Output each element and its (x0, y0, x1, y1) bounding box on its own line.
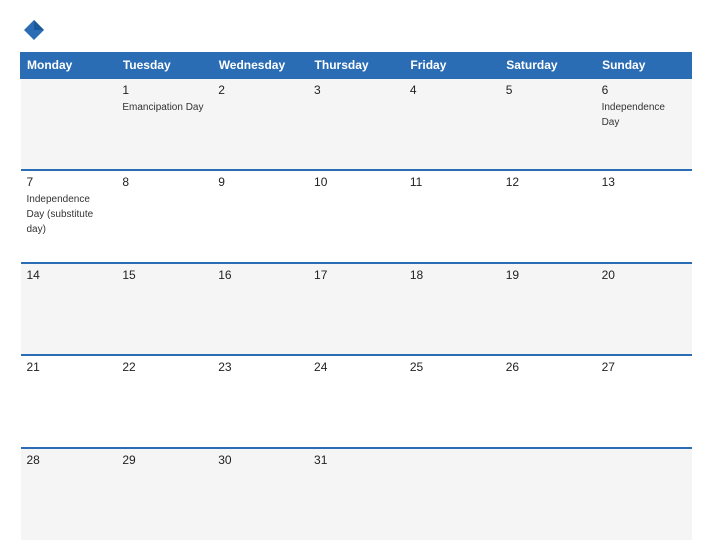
calendar-cell: 12 (500, 170, 596, 262)
day-number: 1 (122, 83, 206, 97)
day-number: 21 (27, 360, 111, 374)
day-number: 9 (218, 175, 302, 189)
calendar-table: MondayTuesdayWednesdayThursdayFridaySatu… (20, 52, 692, 540)
weekday-header-wednesday: Wednesday (212, 53, 308, 79)
calendar-cell: 5 (500, 78, 596, 170)
calendar-cell: 2 (212, 78, 308, 170)
calendar-cell: 8 (116, 170, 212, 262)
day-number: 16 (218, 268, 302, 282)
calendar-cell (21, 78, 117, 170)
logo-icon (20, 16, 48, 44)
calendar-cell: 10 (308, 170, 404, 262)
calendar-cell: 28 (21, 448, 117, 540)
calendar-week-row: 21 22 23 24 25 26 27 (21, 355, 692, 447)
calendar-cell: 1 Emancipation Day (116, 78, 212, 170)
calendar-cell: 23 (212, 355, 308, 447)
calendar-cell (500, 448, 596, 540)
day-number: 5 (506, 83, 590, 97)
day-number: 7 (27, 175, 111, 189)
day-number: 3 (314, 83, 398, 97)
day-number: 23 (218, 360, 302, 374)
holiday-label: Independence Day (602, 102, 665, 128)
holiday-label: Independence Day (substitute day) (27, 194, 94, 235)
calendar-body: 1Emancipation Day23456Independence Day7I… (21, 78, 692, 540)
calendar-cell: 4 (404, 78, 500, 170)
weekday-header-saturday: Saturday (500, 53, 596, 79)
day-number: 2 (218, 83, 302, 97)
weekday-header-sunday: Sunday (596, 53, 692, 79)
holiday-label: Emancipation Day (122, 102, 203, 113)
day-number: 11 (410, 175, 494, 189)
calendar-cell: 18 (404, 263, 500, 355)
calendar-week-row: 14 15 16 17 18 19 20 (21, 263, 692, 355)
day-number: 25 (410, 360, 494, 374)
day-number: 14 (27, 268, 111, 282)
day-number: 27 (602, 360, 686, 374)
weekday-header-friday: Friday (404, 53, 500, 79)
day-number: 15 (122, 268, 206, 282)
day-number: 30 (218, 453, 302, 467)
calendar-cell: 17 (308, 263, 404, 355)
day-number: 24 (314, 360, 398, 374)
calendar-cell: 21 (21, 355, 117, 447)
calendar-cell: 3 (308, 78, 404, 170)
day-number: 29 (122, 453, 206, 467)
calendar-cell: 16 (212, 263, 308, 355)
day-number: 19 (506, 268, 590, 282)
day-number: 20 (602, 268, 686, 282)
weekday-header-thursday: Thursday (308, 53, 404, 79)
calendar-cell: 30 (212, 448, 308, 540)
day-number: 26 (506, 360, 590, 374)
day-number: 13 (602, 175, 686, 189)
calendar-cell (596, 448, 692, 540)
calendar-header: MondayTuesdayWednesdayThursdayFridaySatu… (21, 53, 692, 79)
day-number: 10 (314, 175, 398, 189)
calendar-cell: 31 (308, 448, 404, 540)
header (20, 16, 692, 44)
calendar-cell: 26 (500, 355, 596, 447)
logo (20, 16, 52, 44)
day-number: 17 (314, 268, 398, 282)
calendar-week-row: 28 29 30 31 (21, 448, 692, 540)
day-number: 6 (602, 83, 686, 97)
calendar-cell: 24 (308, 355, 404, 447)
calendar-cell: 19 (500, 263, 596, 355)
calendar-cell: 7 Independence Day (substitute day) (21, 170, 117, 262)
calendar-cell: 27 (596, 355, 692, 447)
day-number: 4 (410, 83, 494, 97)
calendar-cell: 9 (212, 170, 308, 262)
day-number: 8 (122, 175, 206, 189)
calendar-cell: 11 (404, 170, 500, 262)
day-number: 22 (122, 360, 206, 374)
calendar-week-row: 1 Emancipation Day 23456 Independence Day (21, 78, 692, 170)
calendar-cell: 29 (116, 448, 212, 540)
calendar-cell: 20 (596, 263, 692, 355)
calendar-cell: 13 (596, 170, 692, 262)
weekday-header-tuesday: Tuesday (116, 53, 212, 79)
day-number: 12 (506, 175, 590, 189)
day-number: 18 (410, 268, 494, 282)
day-number: 28 (27, 453, 111, 467)
weekday-header-row: MondayTuesdayWednesdayThursdayFridaySatu… (21, 53, 692, 79)
calendar-week-row: 7 Independence Day (substitute day) 89 10 11… (21, 170, 692, 262)
day-number: 31 (314, 453, 398, 467)
calendar-cell: 15 (116, 263, 212, 355)
calendar-cell: 25 (404, 355, 500, 447)
calendar-cell (404, 448, 500, 540)
calendar-cell: 6 Independence Day (596, 78, 692, 170)
page: MondayTuesdayWednesdayThursdayFridaySatu… (0, 0, 712, 550)
weekday-header-monday: Monday (21, 53, 117, 79)
calendar-cell: 14 (21, 263, 117, 355)
calendar-cell: 22 (116, 355, 212, 447)
